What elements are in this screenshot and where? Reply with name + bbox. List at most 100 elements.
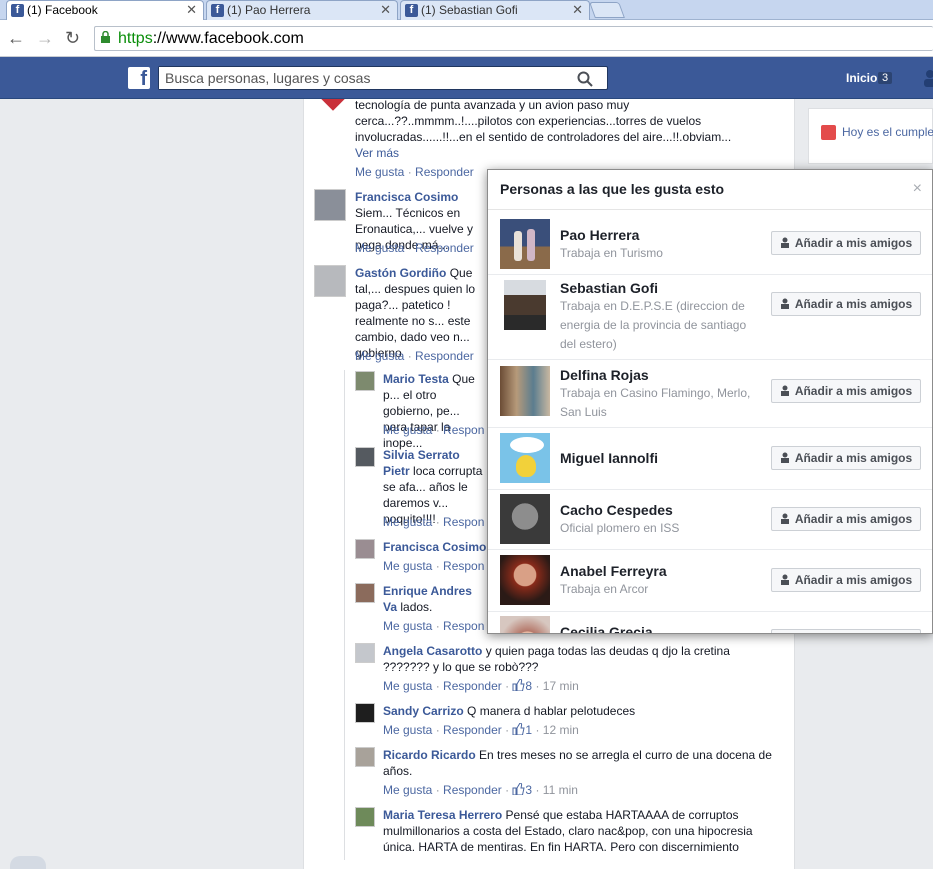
search-icon[interactable] [577,71,593,87]
facebook-logo-icon[interactable]: f [128,67,150,90]
person-name[interactable]: Pao Herrera [560,227,639,243]
tab-label: (1) Facebook [27,3,98,17]
like-link[interactable]: Me gusta [383,679,432,693]
add-friend-button[interactable]: Añadir a mis amigos [771,379,921,403]
profile-photo[interactable] [500,616,550,633]
person-name[interactable]: Miguel Iannolfi [560,450,658,466]
avatar[interactable] [355,807,375,827]
person-name[interactable]: Sebastian Gofi [560,280,658,296]
comment-time[interactable]: 12 min [543,723,579,737]
profile-photo[interactable] [500,433,550,483]
profile-photo[interactable] [500,219,550,269]
forward-arrow-icon[interactable]: → [36,28,54,49]
friends-requests-icon[interactable] [922,69,933,87]
comment-author[interactable]: Ricardo Ricardo [383,748,476,762]
search-box[interactable] [158,66,608,90]
like-link[interactable]: Me gusta [383,423,432,437]
person-name[interactable]: Cecilia Grecia [560,624,653,633]
like-link[interactable]: Me gusta [383,515,432,529]
reply-link[interactable]: Responder [415,241,474,255]
like-link[interactable]: Me gusta [355,241,404,255]
comment-author[interactable]: Francisca Cosimo [383,540,486,554]
close-icon[interactable]: × [913,180,922,198]
thumbs-up-icon [512,722,526,736]
comment-author[interactable]: Gastón Gordiño [355,266,446,280]
address-bar[interactable]: https://www.facebook.com [94,26,933,51]
tab-label: (1) Sebastian Gofi [421,3,518,17]
add-friend-icon [780,574,789,585]
reply-link[interactable]: Respon [443,423,484,437]
reply-link[interactable]: Responder [443,783,502,797]
back-arrow-icon[interactable]: ← [7,28,25,49]
profile-photo[interactable] [500,555,550,605]
person-name[interactable]: Delfina Rojas [560,367,649,383]
profile-photo[interactable] [504,280,546,330]
like-link[interactable]: Me gusta [383,723,432,737]
avatar[interactable] [314,265,346,297]
like-count[interactable]: 3 [512,782,532,797]
comment-author[interactable]: Maria Teresa Herrero [383,808,502,822]
add-friend-button[interactable]: Añadir a mis amigos [771,507,921,531]
tab-pao-herrera[interactable]: f (1) Pao Herrera ✕ [206,0,398,20]
avatar[interactable] [355,539,375,559]
search-input[interactable] [159,67,569,89]
comment-author[interactable]: Sandy Carrizo [383,704,464,718]
profile-photo[interactable] [500,494,550,544]
avatar[interactable] [318,99,348,113]
reply-link[interactable]: Responder [443,679,502,693]
profile-photo[interactable] [500,366,550,416]
avatar[interactable] [355,583,375,603]
avatar[interactable] [355,643,375,663]
add-friend-button[interactable]: Añadir a mis amigos [771,568,921,592]
like-count[interactable]: 8 [512,678,532,693]
browser-tab-strip: f (1) Facebook ✕ f (1) Pao Herrera ✕ f (… [0,0,933,20]
like-link[interactable]: Me gusta [383,783,432,797]
add-friend-button[interactable]: Añadir a mis amigos [771,446,921,470]
like-link[interactable]: Me gusta [355,165,404,179]
avatar[interactable] [314,189,346,221]
comment-text: tecnología de punta avanzada y un avion … [355,98,732,144]
tab-facebook[interactable]: f (1) Facebook ✕ [6,0,204,20]
reply-link[interactable]: Respon [443,515,484,529]
reply-link[interactable]: Responder [415,349,474,363]
comment-author[interactable]: Angela Casarotto [383,644,482,658]
person-name[interactable]: Cacho Cespedes [560,502,673,518]
home-link[interactable]: Inicio [846,71,877,85]
avatar[interactable] [355,447,375,467]
new-tab-button[interactable] [589,2,625,18]
gift-icon [821,125,836,140]
reply-link[interactable]: Respon [443,559,484,573]
like-count[interactable]: 1 [512,722,532,737]
reply-link[interactable]: Respon [443,619,484,633]
add-friend-button[interactable] [771,629,921,633]
tab-sebastian-gofi[interactable]: f (1) Sebastian Gofi ✕ [400,0,590,20]
birthday-text[interactable]: Hoy es el cumple [842,125,933,139]
comment-author[interactable]: Mario Testa [383,372,449,386]
close-tab-icon[interactable]: ✕ [572,2,583,18]
reply-link[interactable]: Responder [443,723,502,737]
person-row: Pao Herrera Trabaja en Turismo Añadir a … [488,210,932,275]
see-more-link[interactable]: Ver más [355,146,399,160]
avatar[interactable] [355,703,375,723]
like-link[interactable]: Me gusta [355,349,404,363]
avatar[interactable] [355,747,375,767]
avatar[interactable] [355,371,375,391]
person-name[interactable]: Anabel Ferreyra [560,563,667,579]
add-friend-button[interactable]: Añadir a mis amigos [771,292,921,316]
close-tab-icon[interactable]: ✕ [186,2,197,18]
birthday-card[interactable]: Hoy es el cumple [808,108,933,164]
lock-icon [101,31,110,43]
chat-bubble-icon[interactable] [10,856,46,869]
person-row: Delfina Rojas Trabaja en Casino Flamingo… [488,360,932,428]
like-link[interactable]: Me gusta [383,559,432,573]
comment-time[interactable]: 11 min [543,783,578,797]
facebook-favicon-icon: f [211,4,224,17]
comment-time[interactable]: 17 min [543,679,579,693]
comment-author[interactable]: Francisca Cosimo [355,190,458,204]
facebook-favicon-icon: f [11,4,24,17]
like-link[interactable]: Me gusta [383,619,432,633]
reply-link[interactable]: Responder [415,165,474,179]
close-tab-icon[interactable]: ✕ [380,2,391,18]
reload-icon[interactable]: ↻ [65,28,80,49]
add-friend-button[interactable]: Añadir a mis amigos [771,231,921,255]
